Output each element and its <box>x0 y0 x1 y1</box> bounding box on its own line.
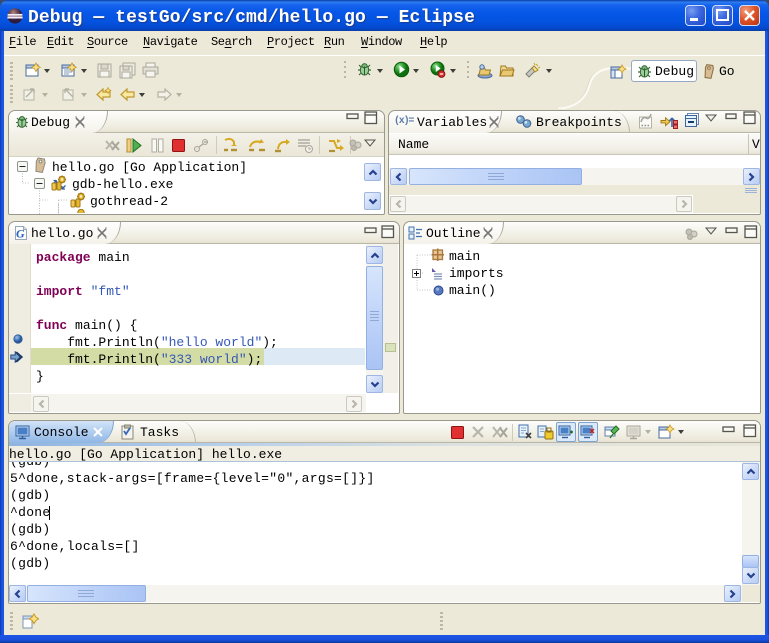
svg-text:G: G <box>16 227 25 241</box>
